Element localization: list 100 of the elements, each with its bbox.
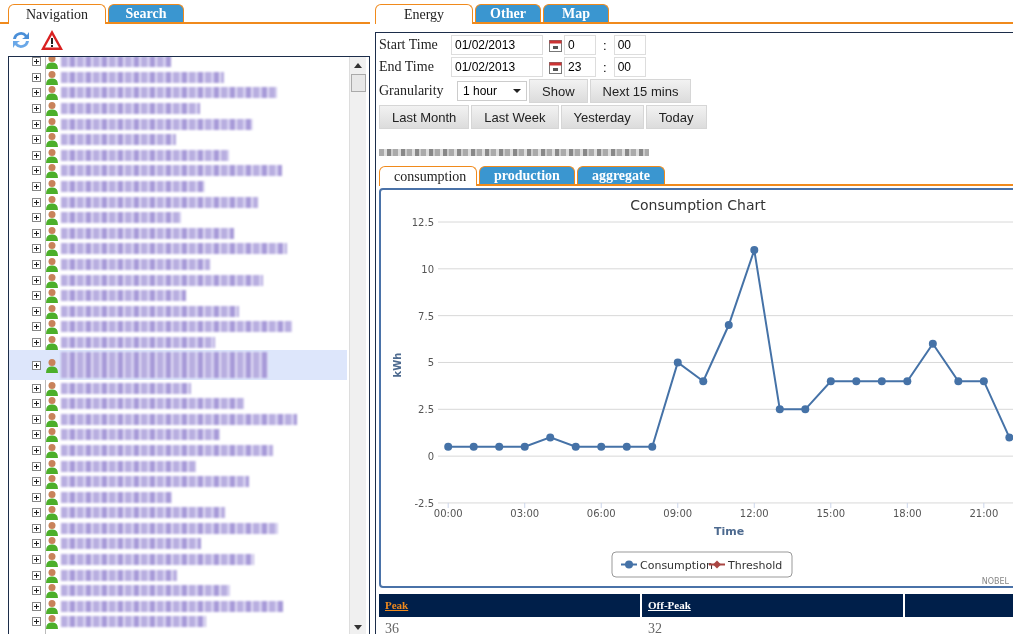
chart-tab[interactable]: consumption <box>379 166 477 186</box>
axis-tick-label: 15:00 <box>816 507 846 519</box>
expand-icon[interactable] <box>32 150 41 160</box>
range-button[interactable]: Today <box>645 105 707 129</box>
expand-icon[interactable] <box>32 360 41 370</box>
legend-label[interactable]: Consumption <box>640 558 713 572</box>
down-arrow-icon[interactable] <box>354 625 362 630</box>
person-icon <box>46 357 58 373</box>
column-header-link[interactable]: Peak <box>379 594 642 617</box>
legend-label[interactable]: Threshold <box>728 558 783 572</box>
caret-icon <box>513 89 521 93</box>
expand-icon[interactable] <box>32 104 41 114</box>
expand-icon[interactable] <box>32 119 41 129</box>
calendar-icon[interactable] <box>549 38 562 52</box>
granularity-dropdown[interactable]: 1 hour <box>457 81 527 101</box>
expand-icon[interactable] <box>32 337 41 347</box>
person-icon <box>46 552 58 568</box>
expand-icon[interactable] <box>32 492 41 502</box>
expand-icon[interactable] <box>32 586 41 596</box>
expand-icon[interactable] <box>32 477 41 487</box>
person-icon <box>46 489 58 505</box>
data-point <box>826 377 835 386</box>
data-point <box>444 442 453 451</box>
table-cell-text: 32 <box>647 621 663 634</box>
expand-icon[interactable] <box>32 182 41 191</box>
person-icon <box>46 536 58 552</box>
expand-icon[interactable] <box>32 213 41 223</box>
expand-icon[interactable] <box>32 601 41 611</box>
scroll-thumb[interactable] <box>350 73 366 92</box>
field-label: End Time <box>379 59 435 75</box>
person-icon <box>46 303 58 319</box>
expand-icon[interactable] <box>32 259 41 269</box>
person-icon <box>46 147 58 163</box>
person-icon <box>46 319 58 335</box>
person-icon <box>46 132 58 148</box>
axis-tick-label: 00:00 <box>433 507 463 519</box>
expand-icon[interactable] <box>32 275 41 285</box>
expand-icon[interactable] <box>32 57 41 67</box>
expand-icon[interactable] <box>32 617 41 627</box>
expand-icon[interactable] <box>32 291 41 301</box>
panel-tab[interactable]: Navigation <box>8 4 106 24</box>
person-icon <box>46 194 58 210</box>
expand-icon[interactable] <box>32 399 41 409</box>
panel-tab[interactable]: Energy <box>375 4 473 24</box>
action-button[interactable]: Next 15 mins <box>589 79 692 103</box>
data-point <box>520 442 529 451</box>
expand-icon[interactable] <box>32 197 41 207</box>
scrollbar[interactable] <box>349 56 366 634</box>
expand-icon[interactable] <box>32 383 41 393</box>
expand-icon[interactable] <box>32 72 41 82</box>
expand-icon[interactable] <box>32 414 41 424</box>
data-point <box>469 442 478 451</box>
expand-icon[interactable] <box>32 306 41 316</box>
expand-icon[interactable] <box>32 555 41 565</box>
data-point <box>903 377 912 386</box>
expand-icon[interactable] <box>32 166 41 176</box>
range-button[interactable]: Last Week <box>471 105 559 129</box>
action-button[interactable]: Show <box>529 79 588 103</box>
up-arrow-icon[interactable] <box>354 62 362 68</box>
person-icon <box>46 583 58 599</box>
expand-icon[interactable] <box>32 445 41 455</box>
range-button[interactable]: Last Month <box>379 105 470 129</box>
minute-field[interactable]: 00 <box>613 35 646 55</box>
calendar-icon[interactable] <box>549 60 562 74</box>
field-label: Start Time <box>379 37 439 53</box>
expand-icon[interactable] <box>32 228 41 238</box>
axis-tick-label: 0 <box>427 451 434 463</box>
data-point <box>648 442 657 451</box>
expand-icon[interactable] <box>32 135 41 145</box>
axis-tick-label: 21:00 <box>969 507 999 519</box>
column-header-link[interactable]: Off-Peak <box>642 594 905 617</box>
expand-icon[interactable] <box>32 523 41 533</box>
data-point <box>877 377 886 386</box>
expand-icon[interactable] <box>32 244 41 254</box>
warning-icon[interactable] <box>40 28 64 51</box>
expand-icon[interactable] <box>32 88 41 98</box>
time-separator: : <box>603 59 607 75</box>
person-icon <box>46 210 58 226</box>
person-icon <box>46 567 58 583</box>
person-icon <box>46 256 58 272</box>
hour-field[interactable]: 0 <box>564 35 596 55</box>
data-point <box>979 377 988 386</box>
data-point <box>495 442 504 451</box>
minute-field[interactable]: 00 <box>613 57 646 77</box>
date-field[interactable]: 01/02/2013 <box>451 35 543 55</box>
expand-icon[interactable] <box>32 570 41 580</box>
person-icon <box>46 116 58 132</box>
expand-icon[interactable] <box>32 430 41 440</box>
expand-icon[interactable] <box>32 322 41 332</box>
expand-icon[interactable] <box>32 461 41 471</box>
hour-field[interactable]: 23 <box>564 57 596 77</box>
person-icon <box>46 380 58 396</box>
range-button[interactable]: Yesterday <box>560 105 644 129</box>
expand-icon[interactable] <box>32 539 41 549</box>
expand-icon[interactable] <box>32 508 41 518</box>
data-point <box>699 377 708 386</box>
axis-tick-label: 5 <box>427 357 434 369</box>
legend-circle-marker-icon[interactable] <box>620 560 638 569</box>
data-point <box>1005 433 1013 442</box>
date-field[interactable]: 01/02/2013 <box>451 57 543 77</box>
